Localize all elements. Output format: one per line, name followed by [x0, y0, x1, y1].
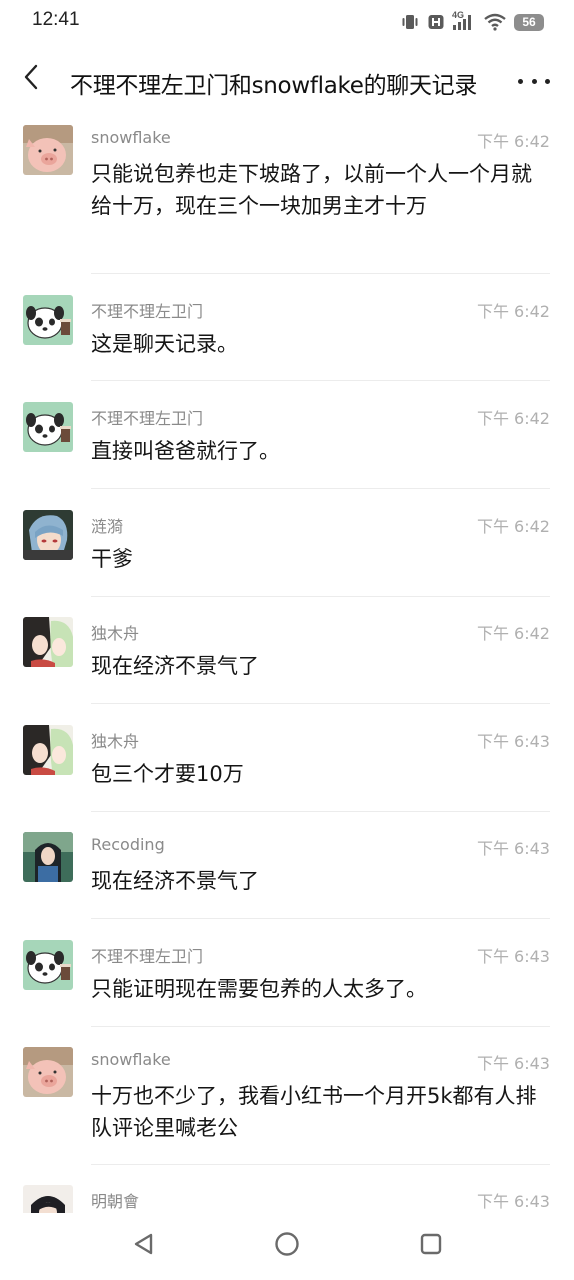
- sender-name: 不理不理左卫门: [91, 302, 204, 321]
- message-time: 下午 6:43: [476, 732, 550, 751]
- back-button[interactable]: [14, 62, 48, 96]
- message-time: 下午 6:43: [476, 1192, 550, 1211]
- title-bar: 不理不理左卫门和snowflake的聊天记录: [0, 44, 574, 118]
- message-time: 下午 6:43: [476, 839, 550, 858]
- anime-couple-avatar[interactable]: [23, 725, 73, 775]
- message-item[interactable]: Recoding 下午 6:43 现在经济不景气了: [0, 825, 574, 919]
- battery-icon: 56: [514, 13, 544, 31]
- divider: [91, 380, 550, 381]
- message-item[interactable]: 独木舟 下午 6:43 包三个才要10万: [0, 718, 574, 812]
- sender-name: 不理不理左卫门: [91, 409, 204, 428]
- more-dot: [518, 78, 523, 84]
- wifi-icon: [484, 13, 506, 31]
- message-time: 下午 6:42: [476, 624, 550, 643]
- anime-blue-hair-avatar[interactable]: [23, 510, 73, 560]
- signal-icon: 4G: [452, 10, 476, 31]
- message-text: 只能说包养也走下坡路了，以前一个人一个月就给十万，现在三个一块加男主才十万: [91, 162, 532, 218]
- hd-icon: [428, 14, 444, 30]
- message-item[interactable]: 不理不理左卫门 下午 6:43 只能证明现在需要包养的人太多了。: [0, 933, 574, 1027]
- nav-recents-button[interactable]: [416, 1231, 446, 1261]
- divider: [91, 273, 550, 274]
- sender-name: 独木舟: [91, 624, 140, 643]
- divider: [91, 811, 550, 812]
- vibrate-icon: [400, 14, 420, 30]
- message-time: 下午 6:42: [476, 132, 550, 151]
- sender-name: 独木舟: [91, 732, 140, 751]
- panda-dog-avatar[interactable]: [23, 940, 73, 990]
- chevron-left-icon: [23, 64, 39, 94]
- divider: [91, 488, 550, 489]
- status-bar: 12:41 4G 56: [0, 0, 574, 44]
- more-button[interactable]: [518, 66, 550, 96]
- message-item[interactable]: 涟漪 下午 6:42 干爹: [0, 503, 574, 597]
- message-time: 下午 6:43: [476, 947, 550, 966]
- divider: [91, 1026, 550, 1027]
- sender-name: 明朝會: [91, 1192, 140, 1211]
- page-title: 不理不理左卫门和snowflake的聊天记录: [70, 73, 478, 99]
- message-time: 下午 6:43: [476, 1054, 550, 1073]
- more-dot: [545, 78, 550, 84]
- sender-name: 涟漪: [91, 517, 124, 536]
- divider: [91, 1164, 550, 1165]
- nav-home-button[interactable]: [272, 1231, 302, 1261]
- sender-name: 不理不理左卫门: [91, 947, 204, 966]
- pig-avatar[interactable]: [23, 125, 73, 175]
- sender-name: snowflake: [91, 128, 171, 147]
- divider: [91, 918, 550, 919]
- more-dot: [531, 78, 537, 84]
- message-time: 下午 6:42: [476, 517, 550, 536]
- nav-back-button[interactable]: [128, 1231, 158, 1261]
- message-item[interactable]: snowflake 下午 6:42 只能说包养也走下坡路了，以前一个人一个月就给…: [0, 118, 574, 274]
- anime-dark-hair-avatar[interactable]: [23, 1185, 73, 1213]
- back-triangle-icon: [132, 1232, 154, 1260]
- message-item[interactable]: snowflake 下午 6:43 十万也不少了，我看小红书一个月开5k都有人排…: [0, 1040, 574, 1165]
- message-text: 直接叫爸爸就行了。: [91, 439, 280, 463]
- navigation-bar: [0, 1213, 574, 1280]
- message-text: 只能证明现在需要包养的人太多了。: [91, 977, 427, 1001]
- message-text: 包三个才要10万: [91, 762, 244, 786]
- recents-square-icon: [419, 1232, 443, 1260]
- message-item[interactable]: 明朝會 下午 6:43: [0, 1178, 574, 1213]
- home-circle-icon: [274, 1231, 300, 1261]
- message-text: 现在经济不景气了: [91, 869, 259, 893]
- status-icons: 4G 56: [400, 10, 544, 32]
- message-item[interactable]: 不理不理左卫门 下午 6:42 这是聊天记录。: [0, 288, 574, 381]
- message-text: 这是聊天记录。: [91, 332, 238, 356]
- message-time: 下午 6:42: [476, 302, 550, 321]
- anime-couple-avatar[interactable]: [23, 617, 73, 667]
- divider: [91, 596, 550, 597]
- message-item[interactable]: 不理不理左卫门 下午 6:42 直接叫爸爸就行了。: [0, 395, 574, 489]
- sender-name: snowflake: [91, 1050, 171, 1069]
- anime-girl-forest-avatar[interactable]: [23, 832, 73, 882]
- divider: [91, 703, 550, 704]
- message-text: 十万也不少了，我看小红书一个月开5k都有人排队评论里喊老公: [91, 1084, 537, 1140]
- panda-dog-avatar[interactable]: [23, 402, 73, 452]
- message-text: 干爹: [91, 547, 133, 571]
- screen: 12:41 4G 56 不理不理左卫门和snowflake的聊天记录 snowf…: [0, 0, 574, 1280]
- status-time: 12:41: [32, 9, 80, 30]
- pig-avatar[interactable]: [23, 1047, 73, 1097]
- sender-name: Recoding: [91, 835, 165, 854]
- message-text: 现在经济不景气了: [91, 654, 259, 678]
- message-list[interactable]: snowflake 下午 6:42 只能说包养也走下坡路了，以前一个人一个月就给…: [0, 118, 574, 1213]
- message-item[interactable]: 独木舟 下午 6:42 现在经济不景气了: [0, 610, 574, 704]
- panda-dog-avatar[interactable]: [23, 295, 73, 345]
- message-time: 下午 6:42: [476, 409, 550, 428]
